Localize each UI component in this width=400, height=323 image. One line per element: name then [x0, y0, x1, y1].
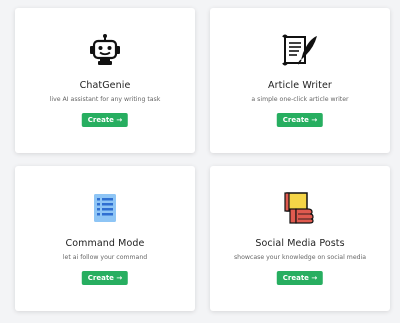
thumbs-up-sign-icon: [210, 190, 390, 226]
list-document-icon: [15, 190, 195, 226]
card-subtitle: let ai follow your command: [62, 254, 148, 261]
card-article-writer[interactable]: Article Writer a simple one-click articl…: [210, 8, 390, 153]
card-title: Article Writer: [268, 80, 332, 91]
card-chatgenie[interactable]: ChatGenie live AI assistant for any writ…: [15, 8, 195, 153]
create-button[interactable]: Create →: [81, 271, 129, 285]
card-subtitle: live AI assistant for any writing task: [49, 96, 161, 103]
card-title: Social Media Posts: [255, 238, 345, 249]
card-title: ChatGenie: [79, 80, 131, 91]
create-button[interactable]: Create →: [276, 113, 324, 127]
card-command-mode[interactable]: Command Mode let ai follow your command …: [15, 166, 195, 311]
robot-icon: [15, 32, 195, 68]
card-title: Command Mode: [65, 238, 145, 249]
create-button[interactable]: Create →: [81, 113, 129, 127]
card-social-media-posts[interactable]: Social Media Posts showcase your knowled…: [210, 166, 390, 311]
tool-grid: ChatGenie live AI assistant for any writ…: [0, 0, 400, 323]
create-button[interactable]: Create →: [276, 271, 324, 285]
card-subtitle: a simple one-click article writer: [251, 96, 349, 103]
card-subtitle: showcase your knowledge on social media: [233, 254, 367, 261]
quill-paper-icon: [210, 32, 390, 68]
